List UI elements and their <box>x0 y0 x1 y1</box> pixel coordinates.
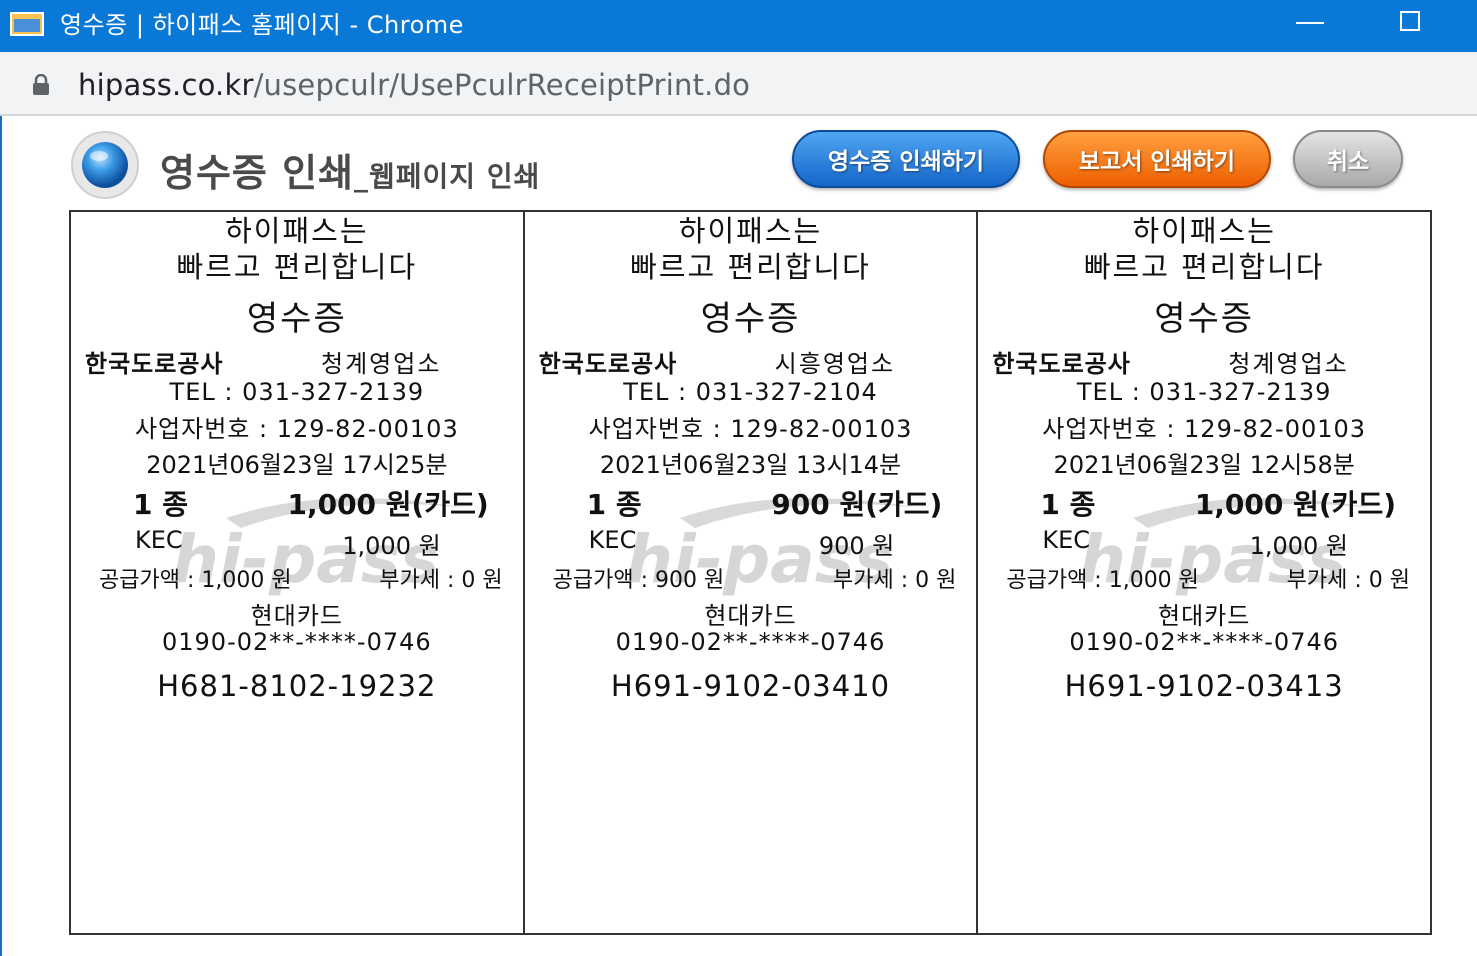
office-name: 청계영업소 <box>1228 350 1349 378</box>
kec-amount: 900 원 <box>818 532 895 560</box>
supply-price: 공급가액 : 900 원 <box>552 568 725 593</box>
receipt-card: hi-pass 하이패스는 빠르고 편리합니다 영수증 한국도로공사 청계영업소… <box>978 212 1430 933</box>
vat-amount: 부가세 : 0 원 <box>832 568 957 593</box>
kec-label: KEC <box>1042 526 1091 554</box>
vehicle-class: 1 종 <box>1040 488 1096 521</box>
kec-amount: 1,000 원 <box>342 532 441 560</box>
maximize-icon[interactable] <box>1400 11 1420 31</box>
vat-amount: 부가세 : 0 원 <box>379 568 503 593</box>
url-path: /usepculr/UsePculrReceiptPrint.do <box>253 68 751 102</box>
company-name: 한국도로공사 <box>992 350 1131 378</box>
slogan-line1: 하이패스는 <box>225 214 369 248</box>
office-name: 시흥영업소 <box>774 350 896 378</box>
url-text[interactable]: hipass.co.kr/usepculr/UsePculrReceiptPri… <box>78 67 750 103</box>
print-report-button[interactable]: 보고서 인쇄하기 <box>1043 130 1271 188</box>
vehicle-class: 1 종 <box>586 488 642 521</box>
transaction-datetime: 2021년06월23일 17시25분 <box>146 451 448 479</box>
page-header: 영수증 인쇄_웹페이지 인쇄 영수증 인쇄하기 보고서 인쇄하기 취소 <box>0 116 1477 210</box>
card-company: 현대카드 <box>704 602 797 630</box>
telephone: TEL : 031-327-2139 <box>169 378 425 406</box>
cancel-button[interactable]: 취소 <box>1293 130 1403 188</box>
business-number: 사업자번호 : 129-82-00103 <box>588 415 913 443</box>
supply-price: 공급가액 : 1,000 원 <box>1006 568 1199 593</box>
receipt-list: hi-pass 하이패스는 빠르고 편리합니다 영수증 한국도로공사 청계영업소… <box>69 210 1432 935</box>
office-name: 청계영업소 <box>321 350 442 378</box>
vat-amount: 부가세 : 0 원 <box>1286 568 1411 593</box>
kec-amount: 1,000 원 <box>1249 532 1349 560</box>
toll-amount: 1,000 원(카드) <box>287 488 489 521</box>
slogan-line2: 빠르고 편리합니다 <box>176 250 418 284</box>
slogan-line2: 빠르고 편리합니다 <box>1083 250 1325 284</box>
card-number: 0190-02**-****-0746 <box>615 628 886 656</box>
kec-label: KEC <box>588 526 637 554</box>
receipt-number: H691-9102-03410 <box>610 669 891 703</box>
receipt-card: hi-pass 하이패스는 빠르고 편리합니다 영수증 한국도로공사 시흥영업소… <box>525 212 979 933</box>
supply-price: 공급가액 : 1,000 원 <box>99 568 292 593</box>
receipt-title: 영수증 <box>1154 299 1255 339</box>
lock-icon <box>33 74 49 95</box>
address-bar[interactable]: hipass.co.kr/usepculr/UsePculrReceiptPri… <box>0 52 1477 116</box>
card-number: 0190-02**-****-0746 <box>1069 628 1340 656</box>
page-title-main: 영수증 인쇄 <box>160 151 355 195</box>
url-host: hipass.co.kr <box>78 68 254 102</box>
minimize-icon[interactable] <box>1296 22 1324 24</box>
browser-window-icon <box>10 12 44 36</box>
slogan-line2: 빠르고 편리합니다 <box>630 250 871 284</box>
globe-orb-icon <box>71 131 139 199</box>
receipt-card: hi-pass 하이패스는 빠르고 편리합니다 영수증 한국도로공사 청계영업소… <box>71 212 525 933</box>
kec-label: KEC <box>135 526 183 554</box>
window-left-border <box>0 116 2 956</box>
card-company: 현대카드 <box>1158 602 1251 630</box>
card-company: 현대카드 <box>250 602 343 630</box>
toll-amount: 1,000 원(카드) <box>1194 488 1397 521</box>
receipt-number: H681-8102-19232 <box>157 669 437 703</box>
card-number: 0190-02**-****-0746 <box>161 628 432 656</box>
page-title-sub: _웹페이지 인쇄 <box>354 160 541 193</box>
telephone: TEL : 031-327-2139 <box>1076 378 1332 406</box>
slogan-line1: 하이패스는 <box>1132 214 1276 248</box>
browser-titlebar: 영수증 | 하이패스 홈페이지 - Chrome <box>0 0 1477 52</box>
transaction-datetime: 2021년06월23일 12시58분 <box>1053 451 1355 479</box>
print-receipt-button[interactable]: 영수증 인쇄하기 <box>792 130 1020 188</box>
receipt-title: 영수증 <box>246 299 347 339</box>
page-title: 영수증 인쇄_웹페이지 인쇄 <box>160 142 540 197</box>
window-title: 영수증 | 하이패스 홈페이지 - Chrome <box>60 11 464 39</box>
telephone: TEL : 031-327-2104 <box>623 378 878 406</box>
company-name: 한국도로공사 <box>538 350 678 378</box>
receipt-number: H691-9102-03413 <box>1064 669 1344 703</box>
transaction-datetime: 2021년06월23일 13시14분 <box>599 451 902 479</box>
slogan-line1: 하이패스는 <box>678 214 823 248</box>
vehicle-class: 1 종 <box>133 488 188 521</box>
business-number: 사업자번호 : 129-82-00103 <box>1042 415 1367 443</box>
business-number: 사업자번호 : 129-82-00103 <box>134 415 459 443</box>
toll-amount: 900 원(카드) <box>771 488 943 521</box>
receipt-title: 영수증 <box>700 299 801 339</box>
company-name: 한국도로공사 <box>85 350 224 378</box>
